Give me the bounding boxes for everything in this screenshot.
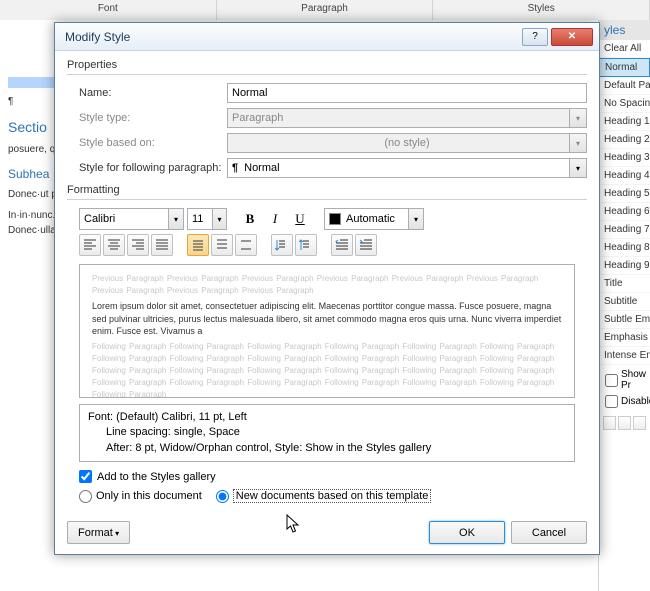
name-label: Name:: [67, 87, 227, 99]
preview-box: Previous Paragraph Previous Paragraph Pr…: [79, 264, 575, 398]
font-size-combo[interactable]: 11▾: [187, 208, 227, 230]
style-item[interactable]: Emphasis: [599, 329, 650, 347]
style-pane-btn[interactable]: [603, 416, 616, 430]
style-item-normal[interactable]: Normal: [599, 58, 650, 77]
preview-sample-text: Lorem ipsum dolor sit amet, consectetuer…: [92, 300, 562, 338]
style-item[interactable]: Intense Em: [599, 347, 650, 365]
one-half-spacing-button[interactable]: [211, 234, 233, 256]
new-documents-template-radio[interactable]: [216, 490, 229, 503]
style-item[interactable]: Title: [599, 275, 650, 293]
dialog-titlebar[interactable]: Modify Style ? ✕: [55, 23, 599, 51]
style-pane-btn[interactable]: [633, 416, 646, 430]
style-item[interactable]: Heading 4: [599, 167, 650, 185]
style-item[interactable]: Heading 9: [599, 257, 650, 275]
align-justify-button[interactable]: [151, 234, 173, 256]
ribbon-tab-font[interactable]: Font: [0, 0, 217, 20]
space-before-increase-button[interactable]: [271, 234, 293, 256]
ribbon-tab-styles[interactable]: Styles: [433, 0, 650, 20]
align-center-button[interactable]: [103, 234, 125, 256]
style-following-label: Style for following paragraph:: [67, 162, 227, 174]
close-button[interactable]: ✕: [551, 28, 593, 46]
space-before-decrease-button[interactable]: [295, 234, 317, 256]
add-to-gallery-checkbox[interactable]: [79, 470, 92, 483]
dialog-title: Modify Style: [61, 30, 519, 44]
style-item[interactable]: No Spacing: [599, 95, 650, 113]
style-item[interactable]: Heading 2: [599, 131, 650, 149]
color-swatch-icon: [329, 213, 341, 225]
styles-pane-title: yles: [599, 20, 650, 40]
help-button[interactable]: ?: [522, 28, 548, 46]
style-item[interactable]: Default Pa: [599, 77, 650, 95]
name-input[interactable]: [227, 83, 587, 103]
style-item[interactable]: Heading 5: [599, 185, 650, 203]
style-item[interactable]: Heading 7: [599, 221, 650, 239]
style-type-combo: Paragraph▾: [227, 108, 587, 128]
disable-linked-check[interactable]: [605, 395, 618, 408]
font-name-combo[interactable]: Calibri▾: [79, 208, 184, 230]
style-item[interactable]: Heading 3: [599, 149, 650, 167]
only-this-document-label: Only in this document: [96, 490, 202, 502]
preview-following-text: Following Paragraph Following Paragraph …: [92, 341, 562, 398]
properties-group-label: Properties: [67, 59, 587, 71]
double-spacing-button[interactable]: [235, 234, 257, 256]
style-item[interactable]: Heading 8: [599, 239, 650, 257]
ribbon: Font Paragraph Styles: [0, 0, 650, 20]
style-item[interactable]: Heading 6: [599, 203, 650, 221]
style-type-label: Style type:: [67, 112, 227, 124]
style-item-clear-all[interactable]: Clear All: [599, 40, 650, 58]
style-item[interactable]: Subtle Em: [599, 311, 650, 329]
align-left-button[interactable]: [79, 234, 101, 256]
bold-button[interactable]: B: [239, 208, 261, 230]
single-spacing-button[interactable]: [187, 234, 209, 256]
preview-previous-text: Previous Paragraph Previous Paragraph Pr…: [92, 273, 562, 297]
show-preview-check[interactable]: [605, 374, 618, 387]
style-pane-btn[interactable]: [618, 416, 631, 430]
ok-button[interactable]: OK: [429, 521, 505, 544]
add-to-gallery-label: Add to the Styles gallery: [97, 471, 216, 483]
style-item[interactable]: Subtitle: [599, 293, 650, 311]
styles-pane: yles Clear All Normal Default Pa No Spac…: [598, 20, 650, 591]
decrease-indent-button[interactable]: [331, 234, 353, 256]
font-color-combo[interactable]: Automatic▾: [324, 208, 424, 230]
style-description: Font: (Default) Calibri, 11 pt, Left Lin…: [79, 404, 575, 462]
cancel-button[interactable]: Cancel: [511, 521, 587, 544]
style-based-label: Style based on:: [67, 137, 227, 149]
style-following-combo[interactable]: ¶Normal▾: [227, 158, 587, 178]
ribbon-tab-paragraph[interactable]: Paragraph: [217, 0, 434, 20]
modify-style-dialog: Modify Style ? ✕ Properties Name: Style …: [54, 22, 600, 555]
style-item[interactable]: Heading 1: [599, 113, 650, 131]
increase-indent-button[interactable]: [355, 234, 377, 256]
style-based-combo: (no style)▾: [227, 133, 587, 153]
italic-button[interactable]: I: [264, 208, 286, 230]
only-this-document-radio[interactable]: [79, 490, 92, 503]
align-right-button[interactable]: [127, 234, 149, 256]
new-documents-template-label: New documents based on this template: [233, 489, 432, 503]
format-menu-button[interactable]: Format: [67, 521, 130, 544]
underline-button[interactable]: U: [289, 208, 311, 230]
formatting-group-label: Formatting: [67, 184, 587, 196]
